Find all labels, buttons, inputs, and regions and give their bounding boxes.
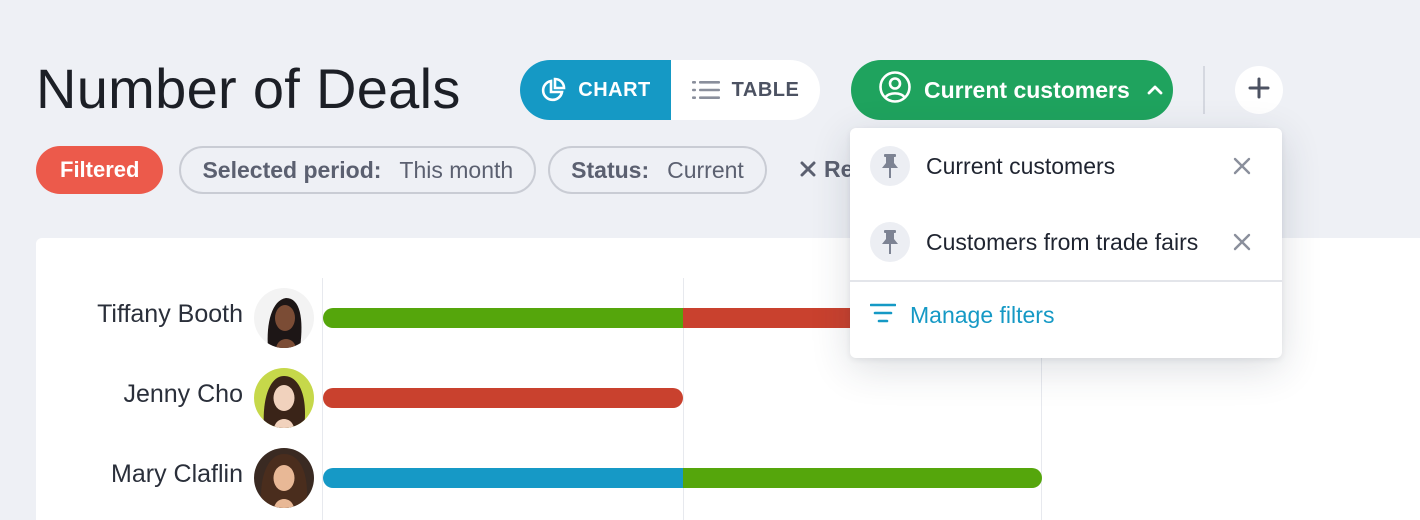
status-chip-value: Current bbox=[667, 156, 744, 183]
user-circle-icon bbox=[878, 70, 912, 110]
manage-filters-label: Manage filters bbox=[910, 302, 1055, 328]
bar-segment bbox=[323, 308, 683, 328]
dropdown-item[interactable]: Customers from trade fairs bbox=[850, 204, 1282, 280]
avatar bbox=[254, 448, 314, 508]
row-name: Tiffany Booth bbox=[97, 300, 243, 328]
pin-icon bbox=[870, 146, 910, 186]
period-filter-chip[interactable]: Selected period: This month bbox=[179, 146, 537, 194]
table-view-label: TABLE bbox=[731, 78, 800, 101]
toolbar-divider bbox=[1203, 66, 1205, 114]
saved-filters-dropdown: Current customers Customers from trade f… bbox=[850, 128, 1282, 358]
dropdown-divider bbox=[850, 280, 1282, 282]
period-chip-key: Selected period: bbox=[202, 156, 382, 183]
close-icon[interactable] bbox=[1230, 230, 1254, 254]
dropdown-item-label: Current customers bbox=[926, 152, 1116, 179]
chevron-up-icon bbox=[1146, 84, 1164, 96]
pie-chart-icon bbox=[540, 77, 566, 103]
active-filter-chips: Filtered Selected period: This month Sta… bbox=[36, 146, 767, 194]
close-icon[interactable] bbox=[1230, 154, 1254, 178]
plus-icon bbox=[1248, 77, 1270, 104]
bar-segment bbox=[323, 388, 683, 408]
filter-lines-icon bbox=[869, 302, 897, 329]
filtered-badge: Filtered bbox=[36, 146, 164, 194]
bar-segment bbox=[683, 468, 1042, 488]
pin-icon bbox=[870, 222, 910, 262]
row-name: Mary Claflin bbox=[111, 460, 243, 488]
add-button[interactable] bbox=[1235, 66, 1283, 114]
reset-filters-label: Re bbox=[824, 156, 854, 182]
row-name: Jenny Cho bbox=[123, 380, 243, 408]
bar-segment bbox=[323, 468, 683, 488]
period-chip-value: This month bbox=[399, 156, 514, 183]
page-title: Number of Deals bbox=[36, 57, 461, 120]
dropdown-item-label: Customers from trade fairs bbox=[926, 228, 1199, 255]
reset-filters-button[interactable]: Re bbox=[800, 156, 853, 183]
chart-view-button[interactable]: CHART bbox=[520, 60, 671, 120]
filter-select-label: Current customers bbox=[924, 76, 1130, 103]
status-chip-key: Status: bbox=[571, 156, 650, 183]
avatar bbox=[254, 288, 314, 348]
close-icon bbox=[800, 156, 816, 183]
manage-filters-link[interactable]: Manage filters bbox=[869, 302, 1055, 329]
chart-view-label: CHART bbox=[578, 78, 651, 101]
page: Number of Deals CHART TABLE Current cust… bbox=[0, 0, 1420, 520]
status-filter-chip[interactable]: Status: Current bbox=[548, 146, 767, 194]
filter-select-button[interactable]: Current customers bbox=[851, 60, 1173, 120]
list-icon bbox=[691, 80, 720, 100]
view-toggle: CHART TABLE bbox=[520, 60, 820, 120]
table-view-button[interactable]: TABLE bbox=[671, 60, 820, 120]
avatar bbox=[254, 368, 314, 428]
dropdown-item[interactable]: Current customers bbox=[850, 128, 1282, 204]
